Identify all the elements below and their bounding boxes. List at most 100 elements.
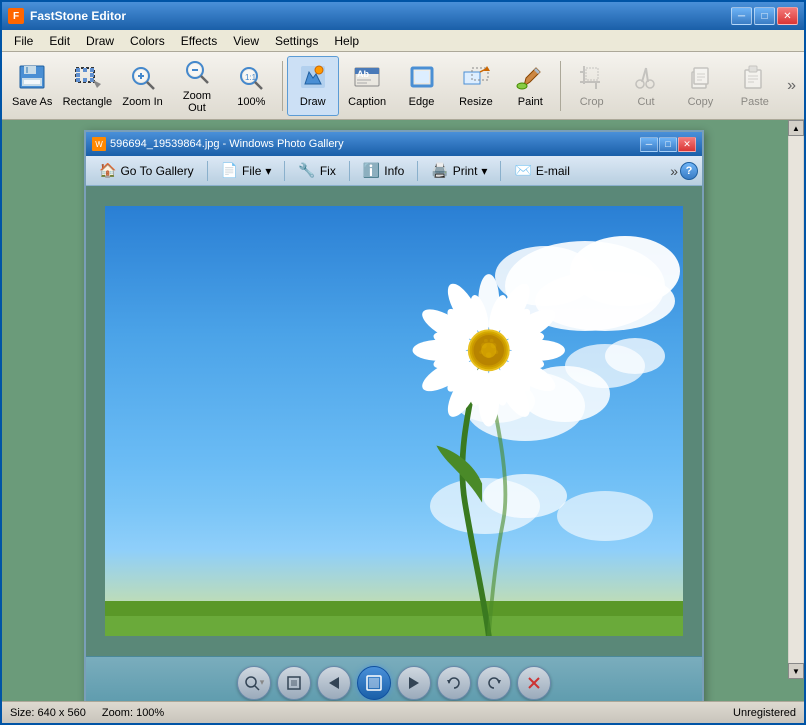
save-as-button[interactable]: Save As xyxy=(6,56,58,116)
paste-label: Paste xyxy=(741,96,769,108)
svg-text:1:1: 1:1 xyxy=(245,73,257,82)
edge-label: Edge xyxy=(409,96,435,108)
menu-draw[interactable]: Draw xyxy=(78,32,122,50)
app-icon: F xyxy=(8,8,24,24)
gallery-prev-button[interactable] xyxy=(317,666,351,700)
minimize-button[interactable]: ─ xyxy=(731,7,752,25)
photo-gallery-icon: W xyxy=(92,137,106,151)
main-window: F FastStone Editor ─ □ ✕ File Edit Draw … xyxy=(0,0,806,725)
menu-effects[interactable]: Effects xyxy=(173,32,225,50)
title-bar: F FastStone Editor ─ □ ✕ xyxy=(2,2,804,30)
info-label: Info xyxy=(384,164,404,178)
sub-sep-1 xyxy=(207,161,208,181)
status-size: Size: 640 x 560 xyxy=(10,707,86,719)
sub-close-button[interactable]: ✕ xyxy=(678,137,696,152)
email-button[interactable]: ✉️ E-mail xyxy=(505,158,578,183)
resize-button[interactable]: Resize xyxy=(450,56,502,116)
cut-label: Cut xyxy=(637,96,654,108)
menu-help[interactable]: Help xyxy=(326,32,367,50)
zoom-out-icon xyxy=(183,58,211,88)
toolbar-expand-icon[interactable]: » xyxy=(783,75,800,97)
copy-button[interactable]: Copy xyxy=(674,56,726,116)
sub-sep-2 xyxy=(284,161,285,181)
paste-button[interactable]: Paste xyxy=(729,56,781,116)
help-button[interactable]: ? xyxy=(680,162,698,180)
menu-file[interactable]: File xyxy=(6,32,41,50)
info-icon: ℹ️ xyxy=(363,162,380,179)
paste-icon xyxy=(741,64,769,94)
gallery-zoom-button[interactable]: ▾ xyxy=(237,666,271,700)
gallery-undo-button[interactable] xyxy=(437,666,471,700)
zoom-in-button[interactable]: Zoom In xyxy=(116,56,168,116)
cut-icon xyxy=(632,64,660,94)
sub-minimize-button[interactable]: ─ xyxy=(640,137,658,152)
toolbar-sep-1 xyxy=(282,61,283,111)
gallery-delete-button[interactable] xyxy=(517,666,551,700)
status-zoom: Zoom: 100% xyxy=(102,707,164,719)
print-dropdown-icon: ▾ xyxy=(481,164,487,178)
zoom-100-button[interactable]: 1:1 100% xyxy=(225,56,277,116)
gallery-next-button[interactable] xyxy=(397,666,431,700)
menu-settings[interactable]: Settings xyxy=(267,32,326,50)
photo-gallery-window: W 596694_19539864.jpg - Windows Photo Ga… xyxy=(84,130,704,701)
maximize-button[interactable]: □ xyxy=(754,7,775,25)
zoom-100-label: 100% xyxy=(237,96,265,108)
sub-maximize-button[interactable]: □ xyxy=(659,137,677,152)
photo-area xyxy=(86,186,702,656)
crop-icon xyxy=(578,64,606,94)
info-button[interactable]: ℹ️ Info xyxy=(354,158,413,183)
gallery-view-button[interactable] xyxy=(357,666,391,700)
toolbar: Save As Rectangle xyxy=(2,52,804,120)
file-dropdown-icon: ▾ xyxy=(265,164,271,178)
app-title: FastStone Editor xyxy=(30,9,731,23)
scroll-up-button[interactable]: ▲ xyxy=(788,120,804,136)
gallery-redo-button[interactable] xyxy=(477,666,511,700)
status-registration: Unregistered xyxy=(733,707,796,719)
edge-button[interactable]: Edge xyxy=(395,56,447,116)
paint-label: Paint xyxy=(518,96,543,108)
fix-button[interactable]: 🔧 Fix xyxy=(289,158,344,183)
resize-label: Resize xyxy=(459,96,493,108)
file-icon: 📄 xyxy=(221,162,238,179)
crop-button[interactable]: Crop xyxy=(565,56,617,116)
svg-text:Ab: Ab xyxy=(357,69,369,79)
zoom-out-button[interactable]: Zoom Out xyxy=(171,56,223,116)
gallery-fit-button[interactable] xyxy=(277,666,311,700)
photo-gallery-bottom-bar: ▾ xyxy=(86,656,702,701)
title-bar-controls: ─ □ ✕ xyxy=(731,7,798,25)
content-area: W 596694_19539864.jpg - Windows Photo Ga… xyxy=(2,120,804,701)
vertical-scrollbar: ▲ ▼ xyxy=(788,120,804,679)
paint-button[interactable]: Paint xyxy=(504,56,556,116)
rectangle-label: Rectangle xyxy=(63,96,113,108)
sub-toolbar-expand-icon[interactable]: » xyxy=(670,163,678,179)
copy-icon xyxy=(686,64,714,94)
caption-label: Caption xyxy=(348,96,386,108)
menu-colors[interactable]: Colors xyxy=(122,32,173,50)
menu-bar: File Edit Draw Colors Effects View Setti… xyxy=(2,30,804,52)
print-button[interactable]: 🖨️ Print ▾ xyxy=(422,158,496,183)
file-button[interactable]: 📄 File ▾ xyxy=(212,158,281,183)
rectangle-icon xyxy=(73,64,101,94)
sub-sep-4 xyxy=(417,161,418,181)
caption-button[interactable]: Ab Caption xyxy=(341,56,393,116)
daisy-image xyxy=(334,236,634,636)
copy-label: Copy xyxy=(688,96,714,108)
scroll-track[interactable] xyxy=(789,136,803,663)
print-label: Print xyxy=(453,164,478,178)
zoom-in-icon xyxy=(129,64,157,94)
zoom-out-label: Zoom Out xyxy=(174,90,220,114)
menu-view[interactable]: View xyxy=(225,32,267,50)
cut-button[interactable]: Cut xyxy=(620,56,672,116)
close-button[interactable]: ✕ xyxy=(777,7,798,25)
scroll-down-button[interactable]: ▼ xyxy=(788,663,804,679)
email-icon: ✉️ xyxy=(514,162,531,179)
photo-frame xyxy=(105,206,683,636)
photo-gallery-title-bar: W 596694_19539864.jpg - Windows Photo Ga… xyxy=(86,132,702,156)
edge-icon xyxy=(408,64,436,94)
go-to-gallery-button[interactable]: 🏠 Go To Gallery xyxy=(90,158,203,183)
draw-button[interactable]: Draw xyxy=(287,56,339,116)
save-as-icon xyxy=(18,64,46,94)
email-label: E-mail xyxy=(536,164,570,178)
rectangle-button[interactable]: Rectangle xyxy=(60,56,114,116)
menu-edit[interactable]: Edit xyxy=(41,32,78,50)
